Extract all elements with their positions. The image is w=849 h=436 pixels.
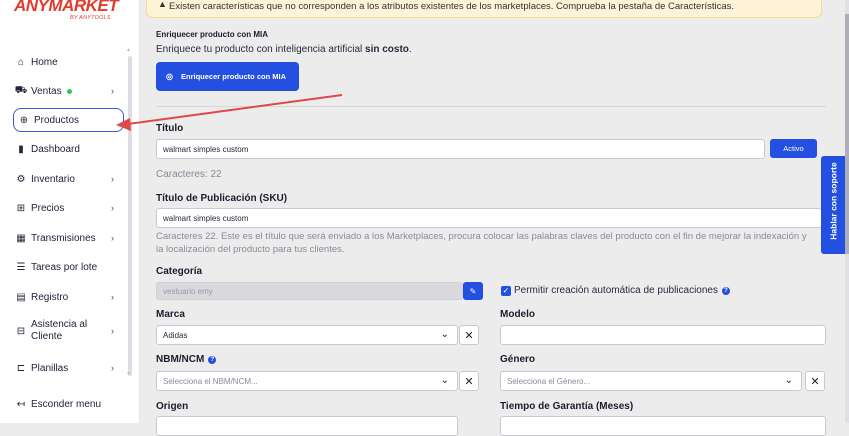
arrow-line [127,94,343,125]
arrow-head [116,118,131,131]
annotation-arrow [116,94,343,131]
